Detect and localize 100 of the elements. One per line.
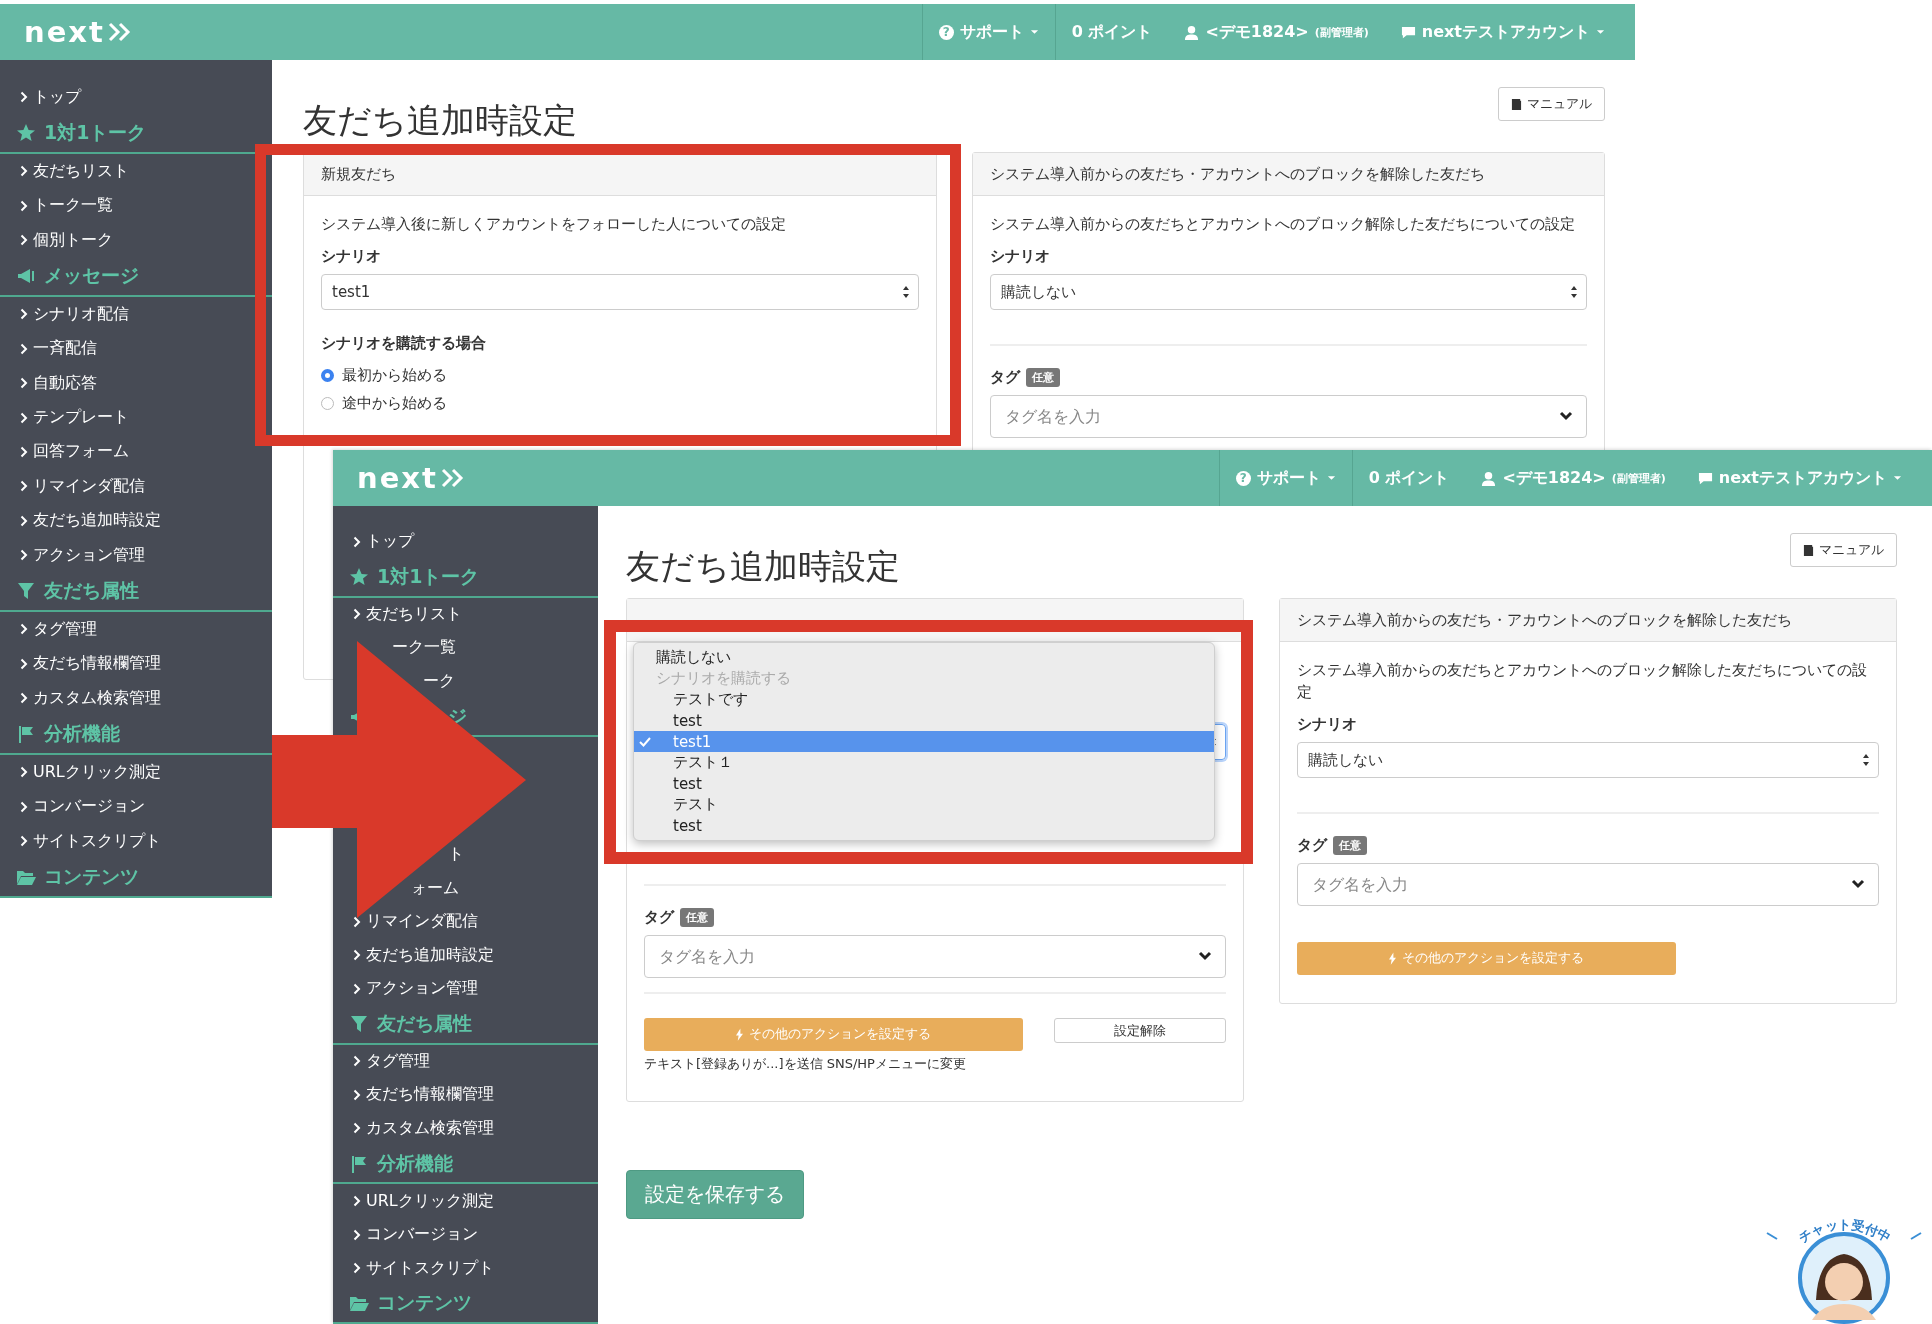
select-field[interactable]: 購読しない (1297, 742, 1879, 778)
panel-header: システム導入前からの友だち・アカウントへのブロックを解除した友だち (972, 153, 1604, 196)
sidebar-item[interactable]: ト (333, 837, 598, 872)
dropdown-option[interactable]: test (634, 773, 1214, 794)
sidebar-item[interactable]: サイトスクリプト (333, 1251, 598, 1285)
sidebar-item[interactable]: ォーム (333, 871, 598, 905)
sidebar-item[interactable]: 友だちリスト (0, 153, 272, 189)
page-title: 友だち追加時設定 (303, 99, 577, 142)
optional-badge: 任意 (680, 908, 714, 927)
select-field[interactable]: 購読しない (989, 274, 1587, 310)
clear-button[interactable]: 設定解除 (1054, 1018, 1226, 1043)
chevron-icon (353, 949, 361, 962)
sidebar-item[interactable]: 回答フォーム (0, 434, 272, 470)
filter-icon (349, 1014, 369, 1035)
chevron-icon (20, 766, 28, 779)
sidebar-item[interactable]: トップ (0, 80, 272, 115)
sidebar-item[interactable]: トップ (333, 525, 598, 559)
help-icon: ? (1235, 470, 1251, 486)
dropdown-option[interactable]: test (634, 710, 1214, 731)
action-summary: テキスト[登録ありが...]を送信 SNS/HPメニューに変更 (644, 1055, 967, 1073)
manual-button[interactable]: マニュアル (1790, 533, 1897, 567)
sidebar-item[interactable]: 個別トーク (0, 222, 272, 258)
chevron-icon (20, 234, 28, 247)
sidebar-section-title: 友だち属性 (377, 1011, 472, 1037)
sidebar-item[interactable]: ーク一覧 (333, 631, 598, 665)
caret-icon (1029, 29, 1039, 35)
chevron-icon (20, 480, 28, 493)
up-down-arrow-icon (1570, 285, 1578, 299)
sidebar-section-title: コンテンツ (44, 864, 139, 890)
dropdown-option[interactable]: テスト (634, 794, 1214, 815)
optional-badge: 任意 (1333, 836, 1367, 855)
chat-status-label: チャット受付中 (1796, 1216, 1894, 1246)
sidebar-item[interactable]: URLクリック測定 (0, 755, 272, 790)
panel-description: システム導入前からの友だちとアカウントへのブロック解除した友だちについての設定 (1297, 660, 1868, 703)
tag-input-field[interactable]: タグ名を入力 (989, 395, 1587, 438)
tag-input-field[interactable]: タグ名を入力 (1297, 863, 1879, 906)
sidebar-item[interactable]: カスタム検索管理 (333, 1111, 598, 1146)
sparkle-icon (1766, 1232, 1778, 1240)
sparkle-icon (1910, 1232, 1922, 1240)
sidebar-item[interactable]: 友だち追加時設定 (333, 938, 598, 972)
up-down-arrow-icon (901, 285, 910, 299)
sidebar-item[interactable]: トーク一覧 (0, 188, 272, 223)
radio-label: 最初から始める (342, 365, 447, 385)
chevron-icon (20, 549, 28, 562)
tag-input-field[interactable]: タグ名を入力 (644, 935, 1226, 978)
sidebar-item[interactable]: コンバージョン (0, 789, 272, 824)
panel-description: システム導入前からの友だちとアカウントへのブロック解除した友だちについての設定 (989, 214, 1576, 235)
sidebar-item[interactable]: カスタム検索管理 (0, 681, 272, 716)
chevron-icon (353, 915, 361, 928)
chevron-icon (353, 1088, 361, 1101)
sidebar-item[interactable]: 友だち情報欄管理 (0, 646, 272, 682)
sidebar-item[interactable]: 友だちリスト (333, 597, 598, 632)
sidebar-item[interactable]: アクション管理 (333, 971, 598, 1006)
sidebar-item[interactable]: アクション管理 (0, 538, 272, 573)
points-label: 0 ポイント (1367, 466, 1451, 489)
dropdown-option[interactable]: 購読しない (634, 647, 1214, 668)
sidebar-item[interactable]: ーク (333, 664, 598, 699)
sidebar-section-title: 分析機能 (44, 721, 120, 747)
sidebar-item[interactable]: リマインダ配信 (333, 904, 598, 939)
dropdown-option[interactable]: テストです (634, 689, 1214, 710)
book-icon (1803, 543, 1814, 557)
chevron-icon (20, 623, 28, 636)
book-icon (1511, 97, 1522, 111)
chevron-icon (353, 535, 361, 548)
help-icon: ? (938, 24, 954, 40)
radio-button[interactable] (321, 396, 334, 410)
flag-icon (16, 724, 36, 745)
panel-header: 新規友だち (304, 153, 936, 196)
double-chevron-icon (439, 467, 466, 489)
double-chevron-icon (106, 21, 133, 43)
sidebar-item[interactable]: 自動応答 (0, 365, 272, 401)
sidebar-item[interactable]: コンバージョン (333, 1217, 598, 1252)
sidebar-item[interactable]: サイトスクリプト (0, 824, 272, 859)
field-label: シナリオ (989, 247, 1051, 266)
sidebar-item[interactable]: URLクリック測定 (333, 1184, 598, 1218)
comment-icon (1697, 470, 1713, 486)
dropdown-option[interactable]: テスト１ (634, 752, 1214, 773)
sidebar-item[interactable]: 一斉配信 (0, 331, 272, 366)
sidebar-section-title: 1対1トーク (377, 564, 480, 590)
dropdown-option[interactable]: test (634, 815, 1214, 836)
comment-icon (1400, 24, 1416, 40)
chevron-icon (353, 1122, 361, 1135)
field-label: シナリオ (1297, 715, 1358, 734)
radio-button[interactable] (321, 368, 334, 382)
sidebar-item[interactable]: 友だち情報欄管理 (333, 1078, 598, 1112)
sidebar-item[interactable]: リマインダ配信 (0, 469, 272, 504)
option-group-label: シナリオを購読する (655, 668, 792, 689)
manual-button[interactable]: マニュアル (1498, 87, 1605, 121)
select-field[interactable]: test1 (321, 274, 919, 310)
field-label: シナリオ (321, 247, 382, 266)
sidebar-item[interactable]: 友だち追加時設定 (0, 503, 272, 539)
chevron-down-icon (1198, 951, 1212, 961)
sidebar-item[interactable]: テンプレート (0, 400, 272, 435)
panel-header: システム導入前からの友だち・アカウントへのブロックを解除した友だち (1280, 599, 1896, 642)
logo-text: next (24, 15, 105, 49)
sidebar-item[interactable]: タグ管理 (333, 1044, 598, 1079)
chevron-down-icon (1559, 411, 1573, 421)
chevron-icon (353, 1228, 361, 1241)
sidebar-item[interactable]: シナリオ配信 (0, 296, 272, 332)
sidebar-item[interactable]: タグ管理 (0, 612, 272, 647)
